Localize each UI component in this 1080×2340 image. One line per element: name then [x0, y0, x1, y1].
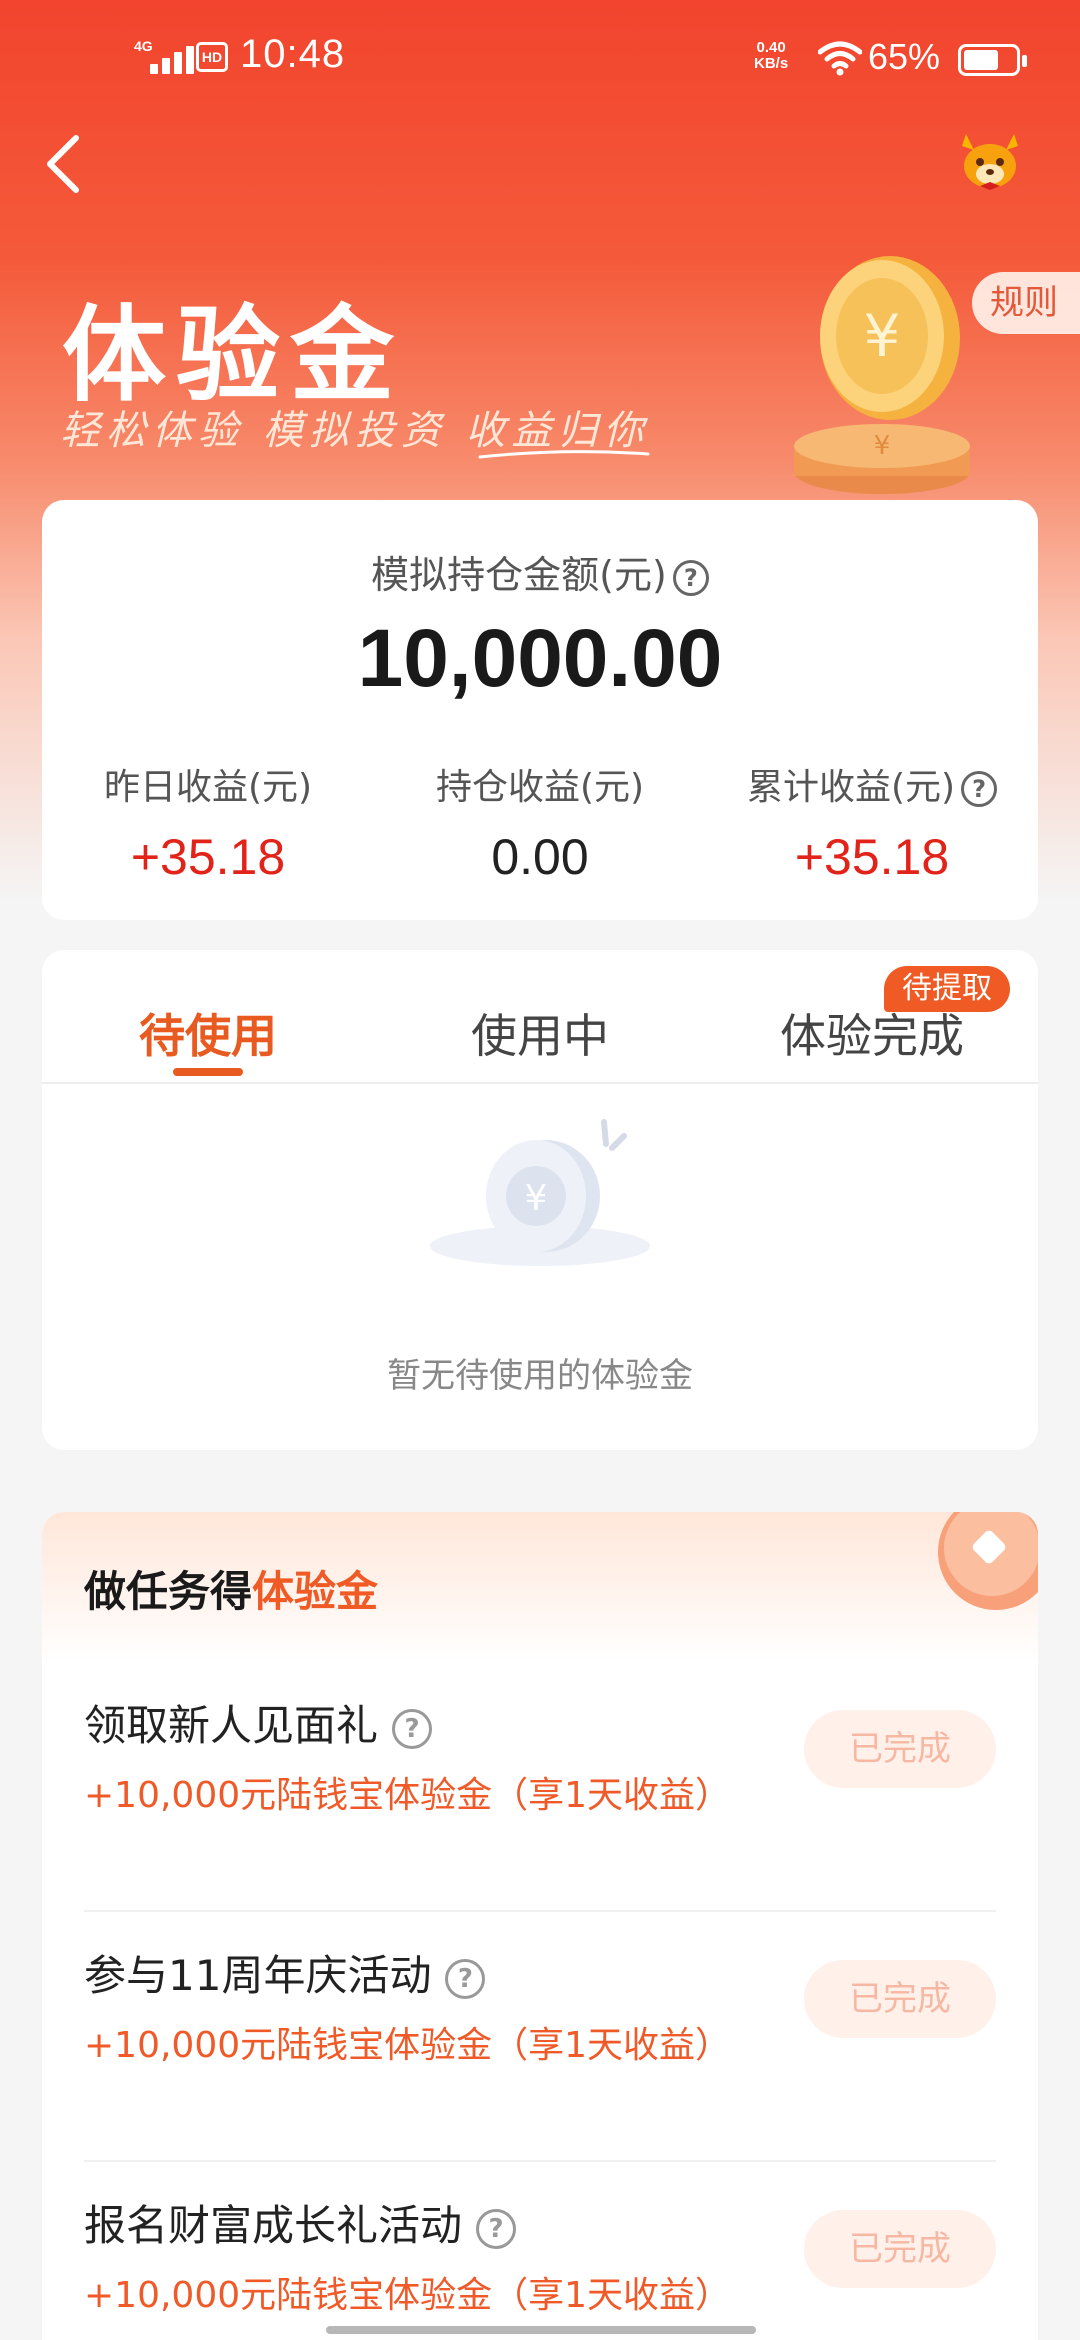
tab-label: 体验完成 [780, 1009, 964, 1063]
help-icon[interactable]: ? [476, 2208, 517, 2249]
back-arrow-icon[interactable] [36, 126, 96, 202]
holding-amount-label-row: 模拟持仓金额(元)? [42, 544, 1038, 599]
pending-withdraw-badge: 待提取 [884, 966, 1010, 1012]
task-name: 报名财富成长礼活动 [84, 2201, 463, 2250]
empty-state-text: 暂无待使用的体验金 [387, 1356, 693, 1396]
holding-amount-label: 模拟持仓金额(元) [371, 553, 667, 597]
total-earnings-label-row: 累计收益(元)? [706, 758, 1038, 810]
task-row: 领取新人见面礼? +10,000元陆钱宝体验金（享1天收益） 已完成 [84, 1662, 996, 1912]
net-speed: 0.40 KB/s [754, 40, 788, 72]
tab-pending-use[interactable]: 待使用 [42, 950, 374, 1082]
total-earnings-label: 累计收益(元) [746, 767, 956, 808]
task-reward: +10,000元陆钱宝体验金（享1天收益） [84, 2025, 732, 2066]
holdings-summary-card: 模拟持仓金额(元)? 10,000.00 昨日收益(元) +35.18 持仓收益… [42, 500, 1038, 920]
tasks-title-prefix: 做任务得 [84, 1567, 253, 1616]
yesterday-earnings-label: 昨日收益(元) [103, 767, 313, 808]
task-completed-button[interactable]: 已完成 [804, 1710, 996, 1788]
tab-label: 使用中 [471, 1009, 609, 1063]
holding-earnings-label: 持仓收益(元) [435, 767, 645, 808]
svg-text:¥: ¥ [864, 302, 901, 370]
tab-bar: 待使用 使用中 体验完成 [42, 950, 1038, 1084]
status-bar: 4G HD 10:48 0.40 KB/s 65% [0, 0, 1080, 120]
task-name-row: 参与11周年庆活动? [84, 1942, 486, 2003]
voucher-tabs-card: 待使用 使用中 体验完成 待提取 ¥ 暂无待使用的体验金 [42, 950, 1038, 1450]
help-icon[interactable]: ? [392, 1708, 433, 1749]
rules-button[interactable]: 规则 [972, 272, 1080, 334]
task-completed-button[interactable]: 已完成 [804, 2210, 996, 2288]
hd-icon: HD [196, 42, 228, 72]
svg-text:¥: ¥ [525, 1178, 548, 1219]
home-indicator[interactable] [326, 2326, 756, 2334]
task-row: 报名财富成长礼活动? +10,000元陆钱宝体验金（享1天收益） 已完成 [84, 2162, 996, 2340]
task-reward: +10,000元陆钱宝体验金（享1天收益） [84, 1775, 732, 1816]
svg-text:¥: ¥ [874, 431, 891, 461]
holding-earnings: 持仓收益(元) 0.00 [374, 758, 706, 886]
clock: 10:48 [240, 32, 346, 76]
earnings-columns: 昨日收益(元) +35.18 持仓收益(元) 0.00 累计收益(元)? +35… [42, 758, 1038, 886]
holding-amount-value: 10,000.00 [357, 613, 723, 704]
yesterday-earnings: 昨日收益(元) +35.18 [42, 758, 374, 886]
slogan-underline-decoration [478, 450, 650, 459]
net-speed-value: 0.40 [756, 39, 786, 56]
tab-label: 待使用 [139, 1009, 277, 1063]
task-name-row: 领取新人见面礼? [84, 1692, 433, 1753]
net-speed-unit: KB/s [754, 55, 789, 72]
empty-coin-illustration: ¥ [430, 1119, 650, 1266]
task-reward: +10,000元陆钱宝体验金（享1天收益） [84, 2275, 732, 2316]
active-tab-indicator [173, 1068, 243, 1076]
battery-icon [958, 44, 1027, 76]
task-name-row: 报名财富成长礼活动? [84, 2192, 517, 2253]
tasks-title: 做任务得体验金 [84, 1558, 378, 1619]
help-icon[interactable]: ? [672, 559, 709, 596]
wifi-icon [818, 41, 862, 76]
total-earnings-value: +35.18 [794, 829, 950, 885]
task-completed-button[interactable]: 已完成 [804, 1960, 996, 2038]
task-name: 参与11周年庆活动 [84, 1951, 432, 2000]
help-icon[interactable]: ? [445, 1958, 486, 1999]
yesterday-earnings-value: +35.18 [130, 829, 286, 885]
task-name: 领取新人见面礼 [84, 1701, 379, 1750]
tasks-header: 做任务得体验金 [42, 1512, 1038, 1662]
tasks-card: 做任务得体验金 领取新人见面礼? +10,000元陆钱宝体验金（享1天收益） 已… [42, 1512, 1038, 2340]
help-icon[interactable]: ? [961, 771, 998, 807]
gift-decoration-icon [938, 1512, 1038, 1610]
tab-in-use[interactable]: 使用中 [374, 950, 706, 1082]
tasks-title-highlight: 体验金 [252, 1567, 379, 1616]
coin-stack-illustration: ¥ ¥ [794, 256, 970, 494]
signal-icon [150, 44, 194, 74]
holding-earnings-value: 0.00 [491, 829, 589, 885]
battery-percent: 65% [868, 36, 941, 77]
task-row: 参与11周年庆活动? +10,000元陆钱宝体验金（享1天收益） 已完成 [84, 1912, 996, 2162]
total-earnings: 累计收益(元)? +35.18 [706, 758, 1038, 886]
mascot-deer-icon[interactable] [956, 128, 1024, 192]
